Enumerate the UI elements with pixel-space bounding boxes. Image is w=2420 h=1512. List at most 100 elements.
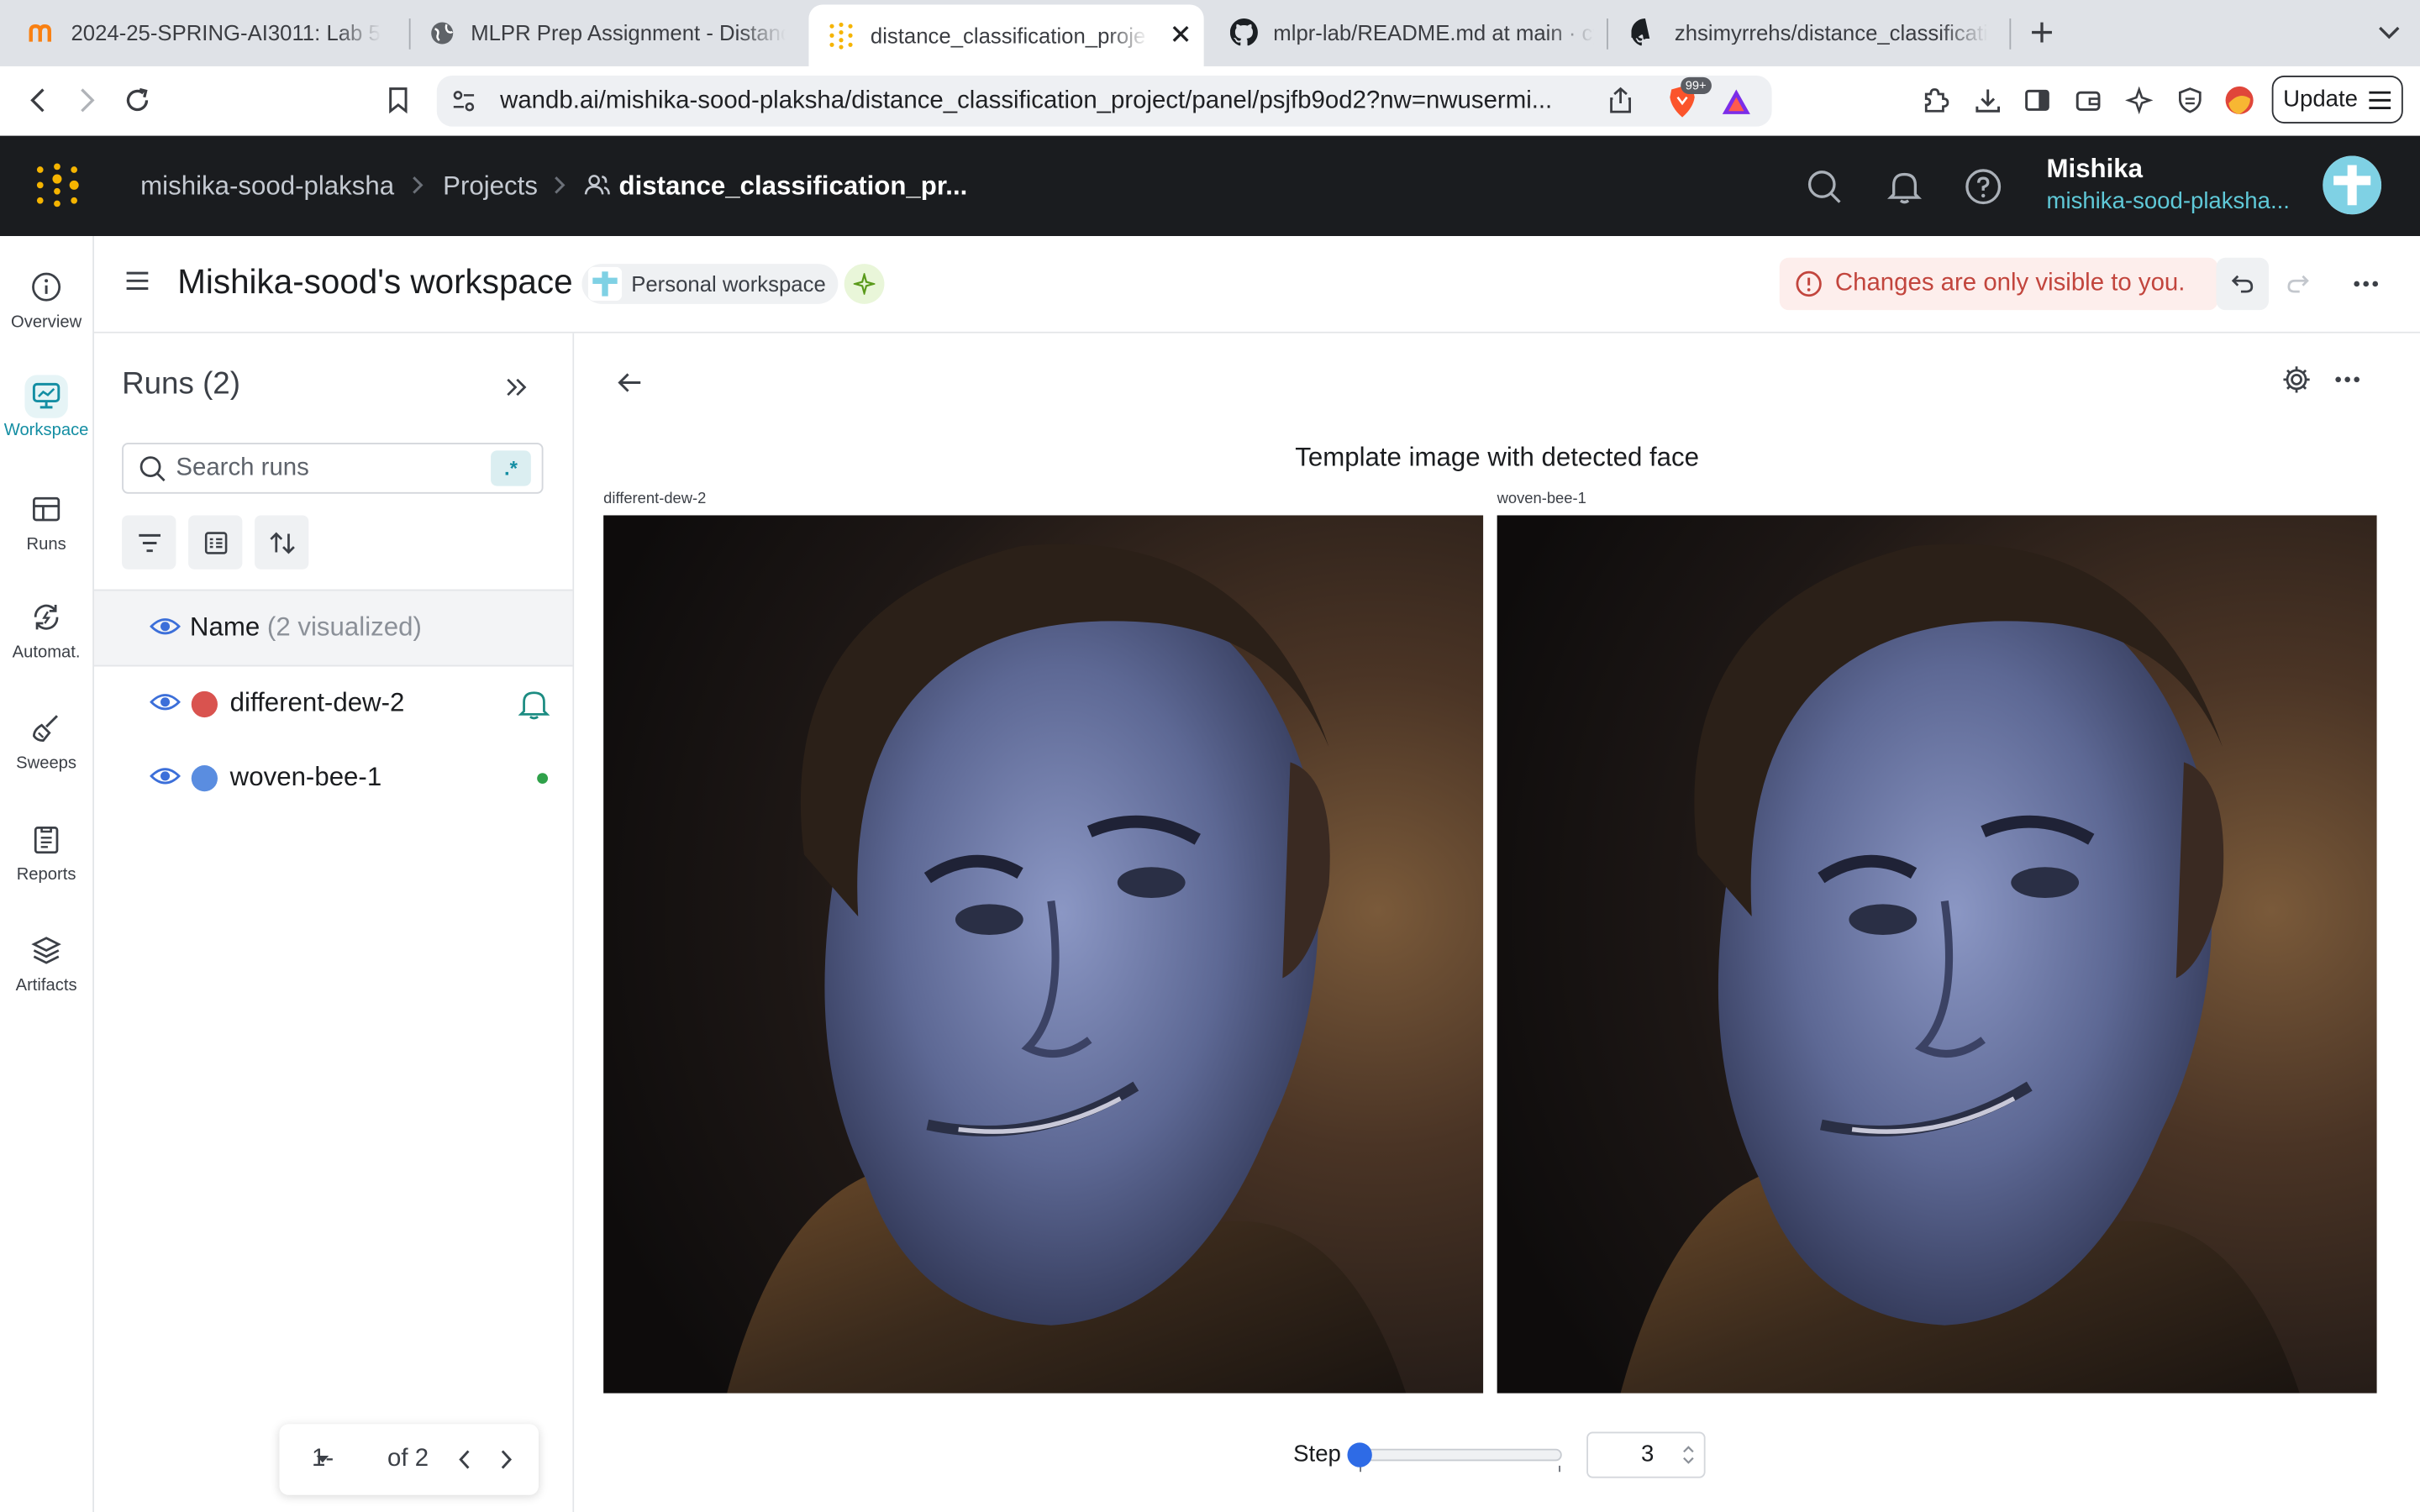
more-options-button[interactable] xyxy=(2339,258,2391,310)
user-org[interactable]: mishika-sood-plaksha... xyxy=(2047,188,2290,214)
wallet-icon[interactable] xyxy=(2071,83,2105,117)
undo-button[interactable] xyxy=(2216,257,2269,311)
name-column-label: Name xyxy=(189,612,260,643)
bell-icon[interactable] xyxy=(517,686,550,720)
hamburger-menu-icon[interactable] xyxy=(125,269,150,293)
face-image[interactable] xyxy=(603,515,1484,1394)
search-icon[interactable] xyxy=(1806,168,1843,205)
forward-arrow-icon[interactable] xyxy=(70,83,103,117)
extensions-puzzle-icon[interactable] xyxy=(1918,83,1952,117)
filter-button[interactable] xyxy=(122,515,176,570)
new-tab-icon[interactable] xyxy=(2025,15,2059,49)
rail-item-reports[interactable]: Reports xyxy=(0,822,92,884)
automation-icon xyxy=(29,600,63,633)
runs-pager: 1-2 of 2 xyxy=(279,1424,539,1495)
workspace-title[interactable]: Mishika-sood's workspace xyxy=(177,262,572,302)
layers-icon xyxy=(29,933,63,967)
browser-tab-active[interactable]: distance_classification_proje xyxy=(808,4,1204,66)
rail-item-workspace[interactable]: Workspace xyxy=(0,375,92,439)
breadcrumb-projects[interactable]: Projects xyxy=(443,136,538,236)
media-card: woven-bee-1 xyxy=(1497,491,2377,1394)
shield-count-badge: 99+ xyxy=(1681,76,1712,95)
bell-icon[interactable] xyxy=(1886,168,1923,205)
avatar[interactable] xyxy=(2323,155,2382,215)
workspace-type-chip[interactable]: Personal workspace xyxy=(581,264,839,304)
workspace-header: Mishika-sood's workspace Personal worksp… xyxy=(94,236,2420,333)
media-card: different-dew-2 xyxy=(603,491,1484,1394)
more-horizontal-icon[interactable] xyxy=(2333,364,2367,397)
browser-tab[interactable]: 2024-25-SPRING-AI3011: Lab 5 xyxy=(28,6,398,58)
redo-button[interactable] xyxy=(2272,258,2324,310)
stepper-arrows-icon[interactable] xyxy=(1682,1444,1695,1466)
tab-title: MLPR Prep Assignment - Distance xyxy=(471,19,786,45)
wandb-logo-icon[interactable] xyxy=(34,162,80,208)
step-number-input[interactable]: 3 xyxy=(1586,1431,1706,1478)
rail-item-artifacts[interactable]: Artifacts xyxy=(0,933,92,995)
run-name[interactable]: woven-bee-1 xyxy=(230,741,382,815)
workspace-icon xyxy=(24,375,68,418)
page-range-select[interactable]: 1-2 xyxy=(312,1424,334,1494)
address-bar[interactable]: wandb.ai/mishika-sood-plaksha/distance_c… xyxy=(436,76,1772,127)
tab-title: distance_classification_proje xyxy=(870,23,1146,48)
step-slider-thumb[interactable] xyxy=(1347,1442,1372,1467)
runs-search[interactable]: .* xyxy=(122,443,544,494)
share-icon[interactable] xyxy=(1608,87,1633,114)
vpn-shield-icon[interactable] xyxy=(2173,83,2207,117)
eye-icon[interactable] xyxy=(150,690,181,714)
download-icon[interactable] xyxy=(1971,83,2005,117)
bookmark-icon[interactable] xyxy=(381,83,415,117)
image-run-label: different-dew-2 xyxy=(603,491,707,508)
rail-item-overview[interactable]: Overview xyxy=(0,270,92,332)
runs-title: Runs (2) xyxy=(122,367,240,402)
visibility-notice: Changes are only visible to you. xyxy=(1779,257,2218,311)
leo-ai-icon[interactable] xyxy=(2123,83,2156,117)
rail-item-sweeps[interactable]: Sweeps xyxy=(0,711,92,773)
tab-title: 2024-25-SPRING-AI3011: Lab 5 xyxy=(71,19,381,45)
browser-tab[interactable]: mlpr-lab/README.md at main · cy xyxy=(1229,6,1594,58)
back-arrow-icon[interactable] xyxy=(614,367,648,401)
regex-toggle[interactable]: .* xyxy=(491,450,531,486)
run-row[interactable]: woven-bee-1 xyxy=(94,741,572,815)
sort-button[interactable] xyxy=(255,515,309,570)
profile-avatar-icon[interactable] xyxy=(2223,83,2256,117)
chevron-right-icon xyxy=(553,173,568,197)
help-icon[interactable] xyxy=(1965,168,2002,205)
browser-tab[interactable]: zhsimyrrehs/distance_classificati xyxy=(1631,6,1995,58)
app-top-nav: mishika-sood-plaksha Projects distance_c… xyxy=(0,135,2420,237)
prev-page-icon[interactable] xyxy=(457,1449,472,1471)
next-page-icon[interactable] xyxy=(498,1449,513,1471)
site-settings-icon[interactable] xyxy=(450,88,476,114)
tab-list-chevron-icon[interactable] xyxy=(2372,15,2406,49)
back-arrow-icon[interactable] xyxy=(22,83,55,117)
browser-tab[interactable]: MLPR Prep Assignment - Distance xyxy=(428,6,786,58)
columns-button[interactable] xyxy=(188,515,243,570)
eye-icon[interactable] xyxy=(150,614,181,638)
github-icon xyxy=(1631,18,1659,46)
rail-item-automations[interactable]: Automat. xyxy=(0,600,92,662)
update-button[interactable]: Update xyxy=(2271,76,2403,123)
brave-rewards-icon[interactable] xyxy=(1721,88,1752,116)
collapse-double-chevron-icon[interactable] xyxy=(505,375,529,399)
close-icon[interactable] xyxy=(1167,20,1195,48)
face-image[interactable] xyxy=(1497,515,2377,1394)
run-row[interactable]: different-dew-2 xyxy=(94,666,572,740)
workspace-avatar-icon xyxy=(587,266,623,302)
gear-icon[interactable] xyxy=(2281,364,2315,397)
rail-item-runs[interactable]: Runs xyxy=(0,492,92,554)
report-icon xyxy=(29,822,63,856)
reload-icon[interactable] xyxy=(120,83,154,117)
eye-icon[interactable] xyxy=(150,764,181,788)
run-color-dot[interactable] xyxy=(191,690,218,718)
runs-panel: Runs (2) .* xyxy=(94,333,575,1512)
run-name[interactable]: different-dew-2 xyxy=(230,666,405,740)
breadcrumb-project[interactable]: distance_classification_pr... xyxy=(619,136,968,236)
sidebar-toggle-icon[interactable] xyxy=(2020,83,2054,117)
sparkle-icon[interactable] xyxy=(844,264,885,304)
broom-icon xyxy=(29,711,63,745)
breadcrumb-org[interactable]: mishika-sood-plaksha xyxy=(140,136,394,236)
table-icon xyxy=(29,492,63,526)
runs-search-input[interactable] xyxy=(176,444,485,492)
step-slider-track[interactable] xyxy=(1358,1448,1562,1462)
run-color-dot[interactable] xyxy=(191,765,218,792)
user-name[interactable]: Mishika xyxy=(2047,155,2144,186)
